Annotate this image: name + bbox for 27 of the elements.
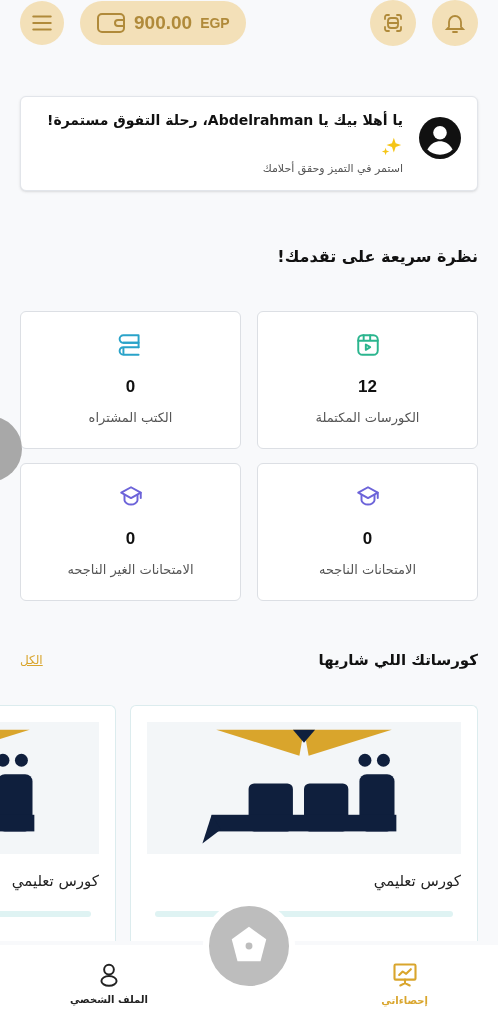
course-card[interactable]: كورس تعليمي <box>130 705 478 941</box>
stat-value: 0 <box>362 528 373 550</box>
avatar-icon <box>419 117 461 159</box>
section-title: نظرة سريعة على تقدمك! <box>276 245 478 268</box>
stat-label: الامتحانات الناجحه <box>318 560 417 579</box>
stat-value: 0 <box>125 376 136 398</box>
balance-amount: 900.00 <box>134 10 193 35</box>
notifications-button[interactable] <box>432 0 478 46</box>
scan-icon <box>381 11 405 35</box>
currency-label: EGP <box>200 13 230 33</box>
menu-button[interactable] <box>20 1 64 45</box>
section-title: كورساتك اللي شاريها <box>318 649 478 671</box>
greeting-subtitle: استمر في التميز وحقق أحلامك <box>262 161 403 177</box>
stat-label: الكورسات المكتملة <box>315 408 420 427</box>
video-icon <box>354 332 381 358</box>
scan-button[interactable] <box>370 0 416 46</box>
stat-value: 12 <box>358 376 377 398</box>
wallet-icon <box>96 10 126 36</box>
stat-label: الامتحانات الغير الناجحه <box>67 560 194 579</box>
course-title: كورس تعليمي <box>10 871 99 893</box>
course-title: كورس تعليمي <box>372 871 461 893</box>
stat-value: 0 <box>125 528 136 550</box>
presentation-chart-icon <box>390 961 419 989</box>
nav-tab[interactable]: الملف الشخصي <box>70 962 148 1007</box>
greeting-title: يا أهلا بيك يا Abdelrahman، رحلة التفوق مستمرة! <box>47 110 403 131</box>
stat-label: الكتب المشتراه <box>88 408 173 427</box>
course-card[interactable]: كورس تعليمي <box>0 705 116 941</box>
